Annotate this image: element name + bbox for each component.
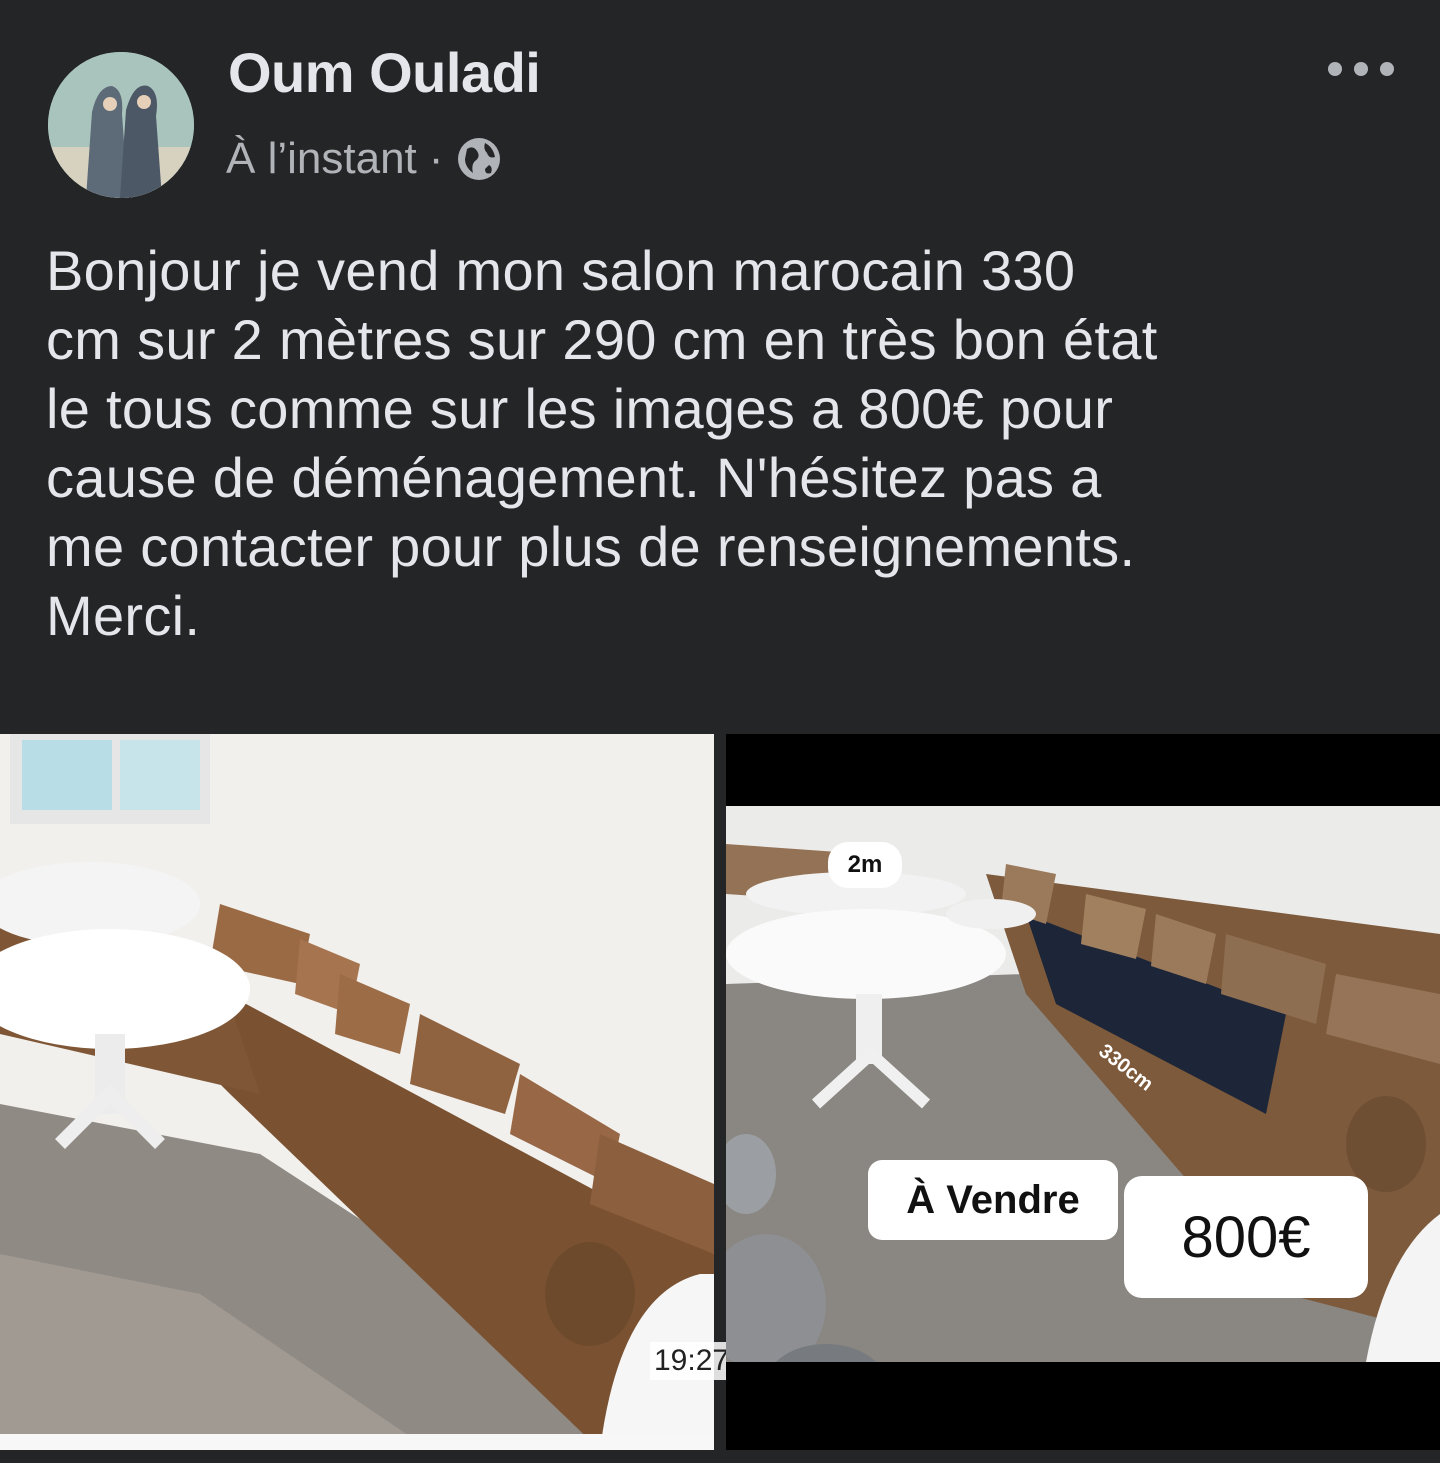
dimension-label-2m: 2m [828,842,902,888]
sale-label: À Vendre [868,1160,1118,1240]
post-text-line: me contacter pour plus de renseignements… [46,515,1136,578]
author-avatar[interactable] [48,52,194,198]
post-text-line: Bonjour je vend mon salon marocain 330 [46,239,1076,302]
post-text-line: cm sur 2 mètres sur 290 cm en très bon é… [46,308,1158,371]
more-options-icon[interactable] [1328,62,1394,76]
post-text-line: le tous comme sur les images a 800€ pour [46,377,1114,440]
post-text-line: cause de déménagement. N'hésitez pas a [46,446,1102,509]
post-meta: À l’instant · [226,134,503,184]
post-text-line: Merci. [46,584,201,647]
post-timestamp[interactable]: À l’instant [226,134,417,184]
price-label: 800€ [1124,1176,1368,1298]
photo-time-overlay: 19:27 [650,1342,734,1380]
post-text: Bonjour je vend mon salon marocain 330 c… [46,236,1416,650]
globe-icon [458,138,501,180]
post-photo-1[interactable] [0,734,714,1450]
post-photo-2[interactable] [726,734,1440,1450]
meta-separator: · [428,134,444,183]
author-name[interactable]: Oum Ouladi [228,40,541,105]
